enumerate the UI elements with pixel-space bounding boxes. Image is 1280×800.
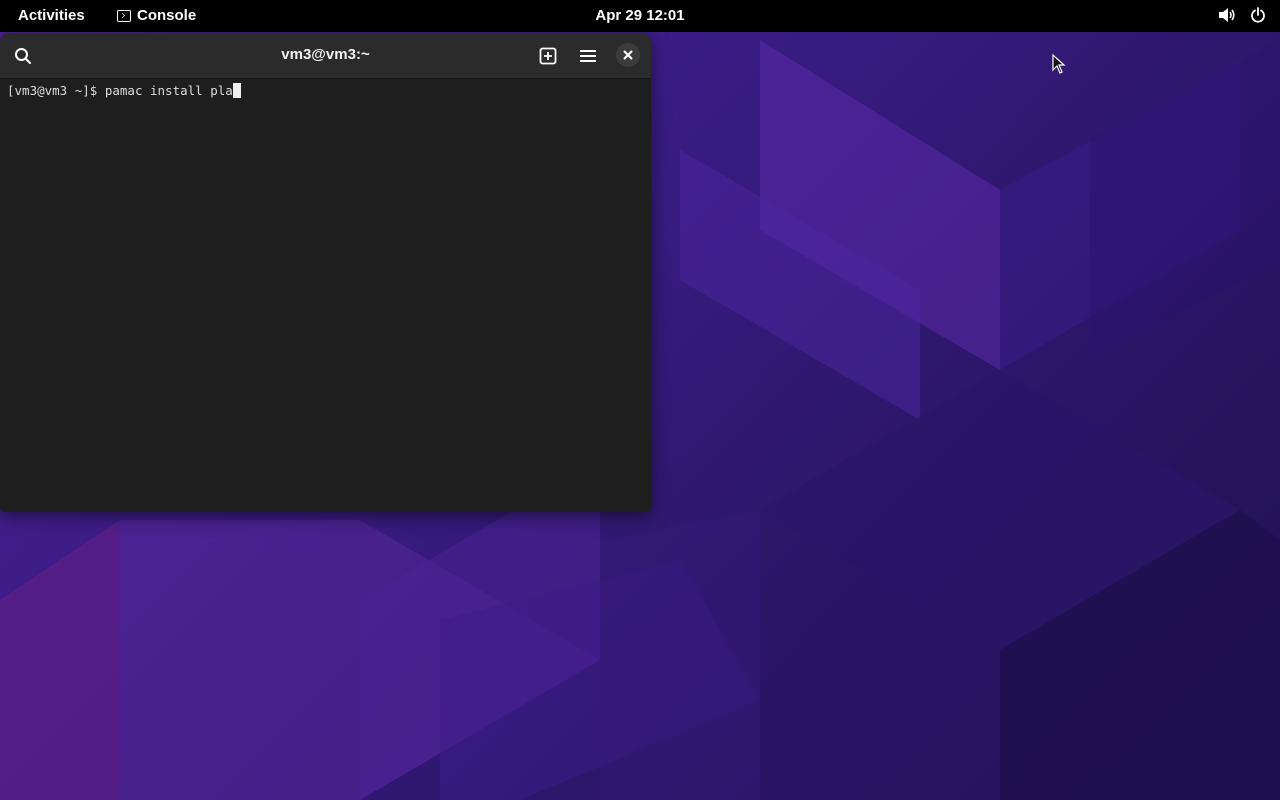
power-icon[interactable] (1250, 7, 1266, 23)
window-headerbar[interactable]: vm3@vm3:~ (0, 33, 651, 79)
activities-button[interactable]: Activities (18, 7, 85, 24)
mouse-pointer-icon (1052, 53, 1066, 78)
close-button[interactable] (616, 43, 640, 67)
volume-icon[interactable] (1218, 7, 1236, 23)
clock-button[interactable]: Apr 29 12:01 (595, 7, 684, 24)
app-menu-button[interactable]: Console (117, 7, 196, 24)
new-tab-button[interactable] (535, 43, 561, 69)
app-name-label: Console (137, 7, 197, 24)
terminal-window[interactable]: vm3@vm3:~ [vm3@vm3 ~]$ pamac install pla (0, 33, 651, 512)
command-text: pamac install pla (104, 83, 233, 98)
new-tab-icon (539, 47, 557, 65)
text-cursor (232, 83, 241, 98)
close-icon (623, 50, 633, 60)
system-tray[interactable] (1218, 7, 1266, 23)
top-bar: Activities Console Apr 29 12:01 (0, 0, 1280, 32)
console-app-icon (117, 9, 131, 22)
terminal-line: [vm3@vm3 ~]$ pamac install pla (7, 82, 644, 100)
hamburger-menu-icon (580, 50, 596, 62)
shell-prompt: [vm3@vm3 ~]$ (7, 83, 105, 98)
main-menu-button[interactable] (575, 43, 601, 69)
terminal-output[interactable]: [vm3@vm3 ~]$ pamac install pla (0, 79, 651, 512)
